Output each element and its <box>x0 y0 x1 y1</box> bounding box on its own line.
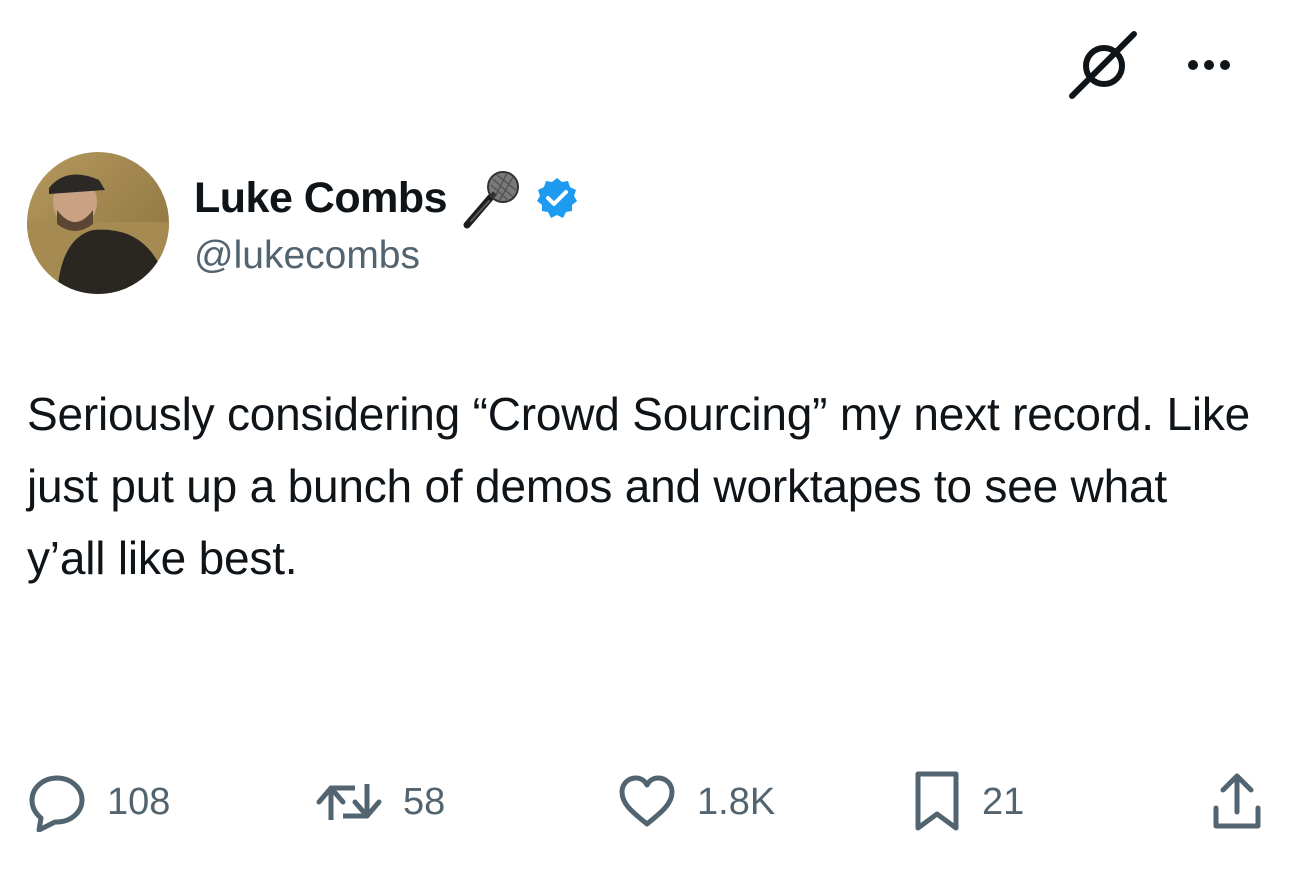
bookmark-icon <box>912 770 962 834</box>
grok-icon[interactable] <box>1064 30 1140 100</box>
repost-count: 58 <box>403 780 446 823</box>
like-button[interactable]: 1.8K <box>617 770 775 834</box>
share-button[interactable] <box>1211 770 1263 834</box>
display-name[interactable]: Luke Combs <box>194 174 448 223</box>
avatar[interactable] <box>27 152 169 294</box>
action-bar: 108 58 1.8K 21 <box>27 770 1263 834</box>
bookmark-count: 21 <box>982 780 1025 823</box>
name-row: Luke Combs <box>194 167 579 229</box>
repost-button[interactable]: 58 <box>315 770 445 834</box>
tweet-text: Seriously considering “Crowd Sourcing” m… <box>27 388 1251 584</box>
reply-button[interactable]: 108 <box>27 770 170 834</box>
reply-icon <box>27 772 87 832</box>
tweet-page: Luke Combs @lukecombs Seriously consider… <box>0 0 1290 896</box>
user-handle[interactable]: @lukecombs <box>194 234 579 278</box>
share-icon <box>1211 772 1263 832</box>
name-block: Luke Combs @lukecombs <box>194 168 579 278</box>
verified-icon[interactable] <box>523 176 579 220</box>
bookmark-button[interactable]: 21 <box>912 770 1024 834</box>
top-actions <box>1064 30 1230 100</box>
like-icon <box>617 772 677 832</box>
reply-count: 108 <box>107 780 171 823</box>
more-icon[interactable] <box>1188 30 1230 100</box>
repost-icon <box>315 772 383 832</box>
tweet-header: Luke Combs @lukecombs <box>27 152 579 294</box>
microphone-icon <box>447 167 523 229</box>
like-count: 1.8K <box>697 780 776 823</box>
